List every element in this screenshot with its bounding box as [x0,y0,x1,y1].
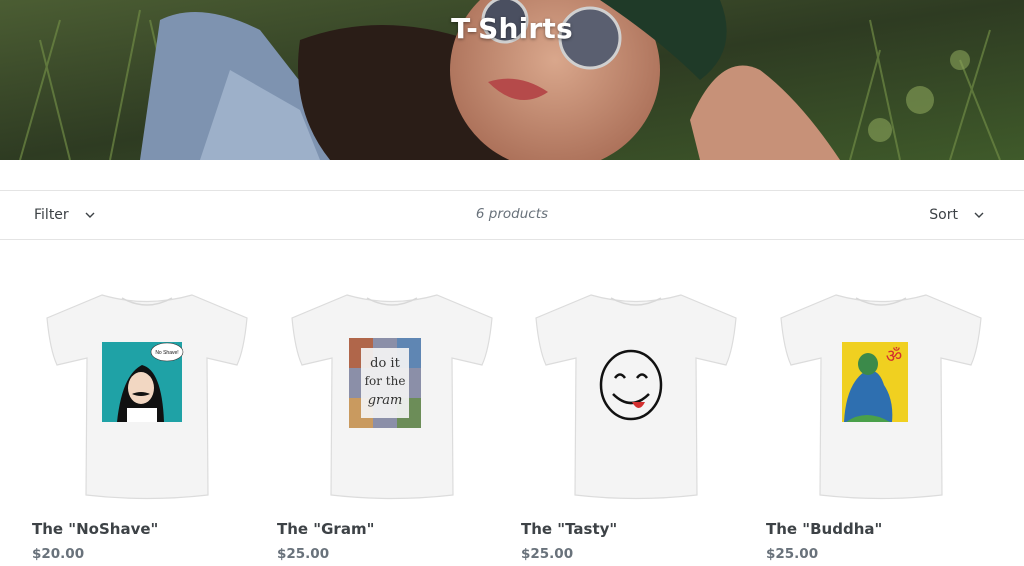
product-count: 6 products [475,206,549,222]
chevron-down-icon [974,212,984,218]
product-image[interactable]: No Shave! [32,290,262,505]
om-symbol-icon: ॐ [886,346,902,367]
filter-dropdown[interactable]: Filter [34,191,95,239]
page-title: T-Shirts [451,12,573,45]
svg-text:do it: do it [370,356,400,371]
collection-toolbar: Filter 6 products Sort [0,190,1024,240]
product-title[interactable]: The "NoShave" [32,520,158,538]
product-price: $20.00 [32,546,85,562]
product-card-tasty[interactable]: The "Tasty" $25.00 [521,240,751,566]
product-price: $25.00 [521,546,574,562]
chevron-down-icon [85,212,95,218]
svg-text:No Shave!: No Shave! [155,350,178,356]
product-image[interactable]: ॐ [766,290,996,505]
product-image[interactable]: do it for the gram [277,290,507,505]
svg-text:for the: for the [365,374,406,388]
product-card-gram[interactable]: do it for the gram The "Gram" $25.00 [277,240,507,566]
product-image[interactable] [521,290,751,505]
filter-label: Filter [34,207,69,223]
svg-text:gram: gram [368,393,403,408]
product-price: $25.00 [766,546,819,562]
product-card-noshave[interactable]: No Shave! The "NoShave" $20.00 [32,240,262,566]
collection-hero-banner: T-Shirts [0,0,1024,160]
product-grid: No Shave! The "NoShave" $20.00 do it for… [0,240,1024,566]
product-title[interactable]: The "Buddha" [766,520,882,538]
sort-label: Sort [929,207,958,223]
product-price: $25.00 [277,546,330,562]
product-title[interactable]: The "Tasty" [521,520,617,538]
sort-dropdown[interactable]: Sort [929,191,984,239]
product-card-buddha[interactable]: ॐ The "Buddha" $25.00 [766,240,996,566]
product-title[interactable]: The "Gram" [277,520,374,538]
